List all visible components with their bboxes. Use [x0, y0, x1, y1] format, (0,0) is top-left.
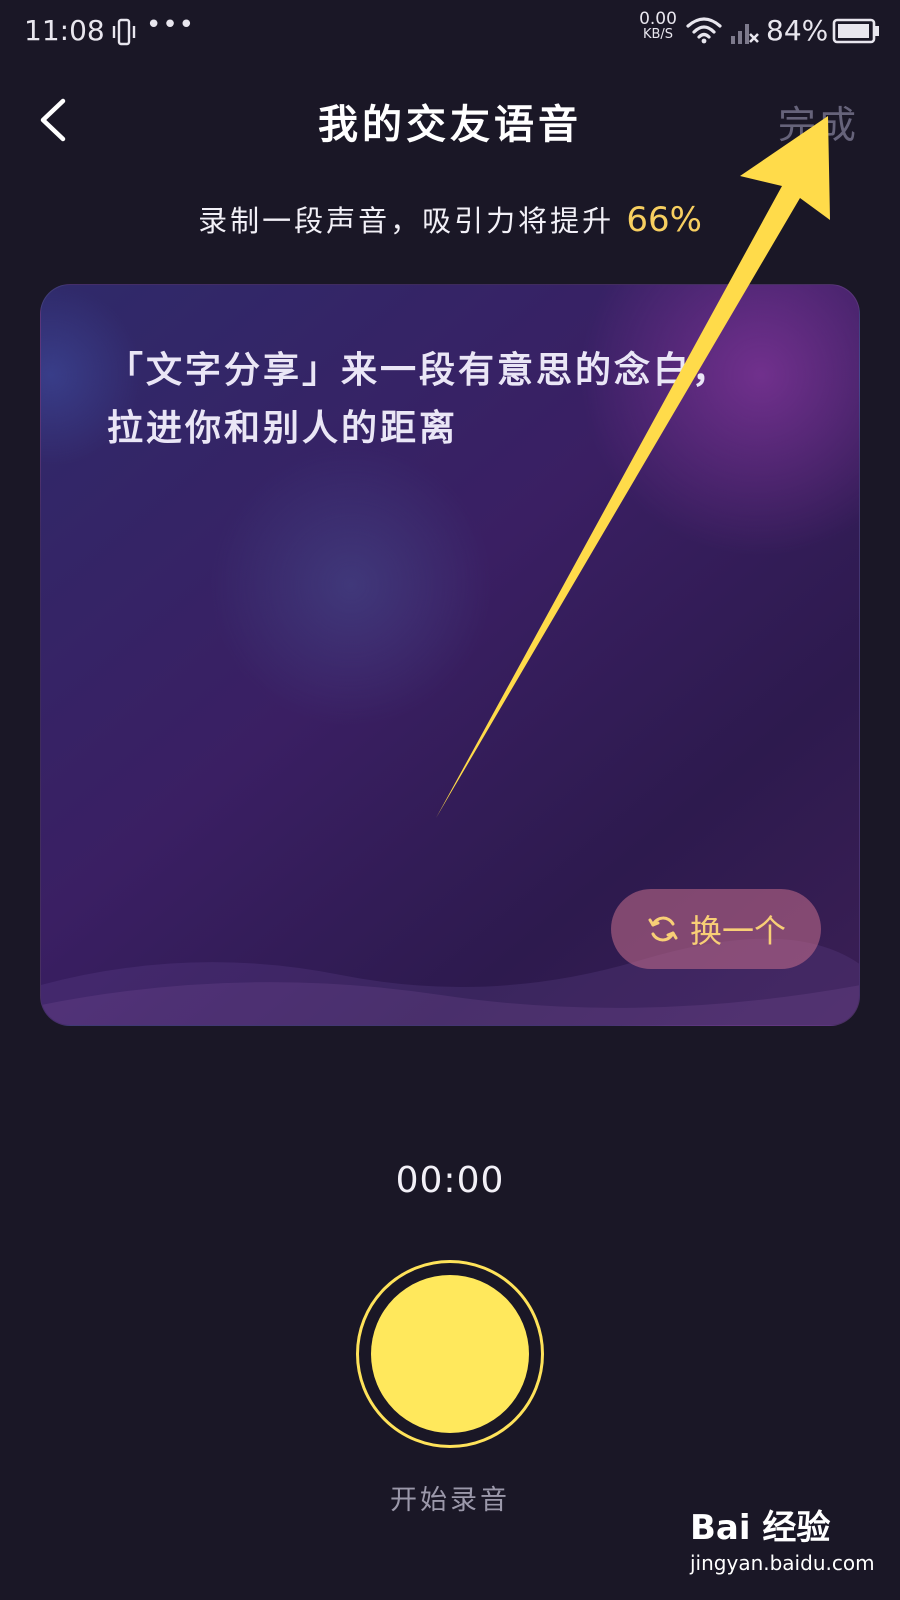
page-title: 我的交友语音 [318, 101, 582, 148]
network-speed: 0.00 KB/S [636, 9, 680, 43]
header: 我的交友语音 完成 [0, 70, 900, 170]
network-speed-unit: KB/S [642, 27, 674, 42]
prompt-text: 「文字分享」来一段有意思的念白，拉进你和别人的距离 [107, 349, 732, 449]
watermark-logo: Bai 经验 [690, 1508, 831, 1548]
signal-icon [731, 24, 759, 44]
record-timer: 00:00 [395, 1160, 505, 1201]
watermark-url: jingyan.baidu.com [690, 1551, 875, 1575]
vibrate-icon [112, 18, 136, 46]
swap-label: 换一个 [689, 912, 786, 950]
record-button-inner [371, 1275, 529, 1433]
network-speed-value: 0.00 [639, 9, 677, 29]
status-bar: 11:08 ••• 0.00 KB/S 84% [0, 0, 900, 64]
baidu-watermark: Bai 经验 jingyan.baidu.com [690, 1500, 890, 1590]
refresh-icon [648, 916, 678, 942]
promo-label: 录制一段声音，吸引力将提升 [198, 204, 615, 238]
record-button[interactable] [356, 1260, 544, 1448]
battery-percent: 84% [766, 14, 829, 47]
done-button[interactable]: 完成 [778, 94, 858, 149]
more-dots-icon: ••• [146, 10, 196, 40]
swap-prompt-button[interactable]: 换一个 [611, 889, 821, 969]
battery-icon [832, 18, 879, 44]
wifi-icon [686, 17, 722, 44]
promo-percent: 66% [626, 200, 702, 240]
prompt-card: 「文字分享」来一段有意思的念白，拉进你和别人的距离 换一个 [40, 284, 860, 1026]
status-time: 11:08 [24, 14, 105, 47]
promo-text: 录制一段声音，吸引力将提升 66% [0, 198, 900, 240]
